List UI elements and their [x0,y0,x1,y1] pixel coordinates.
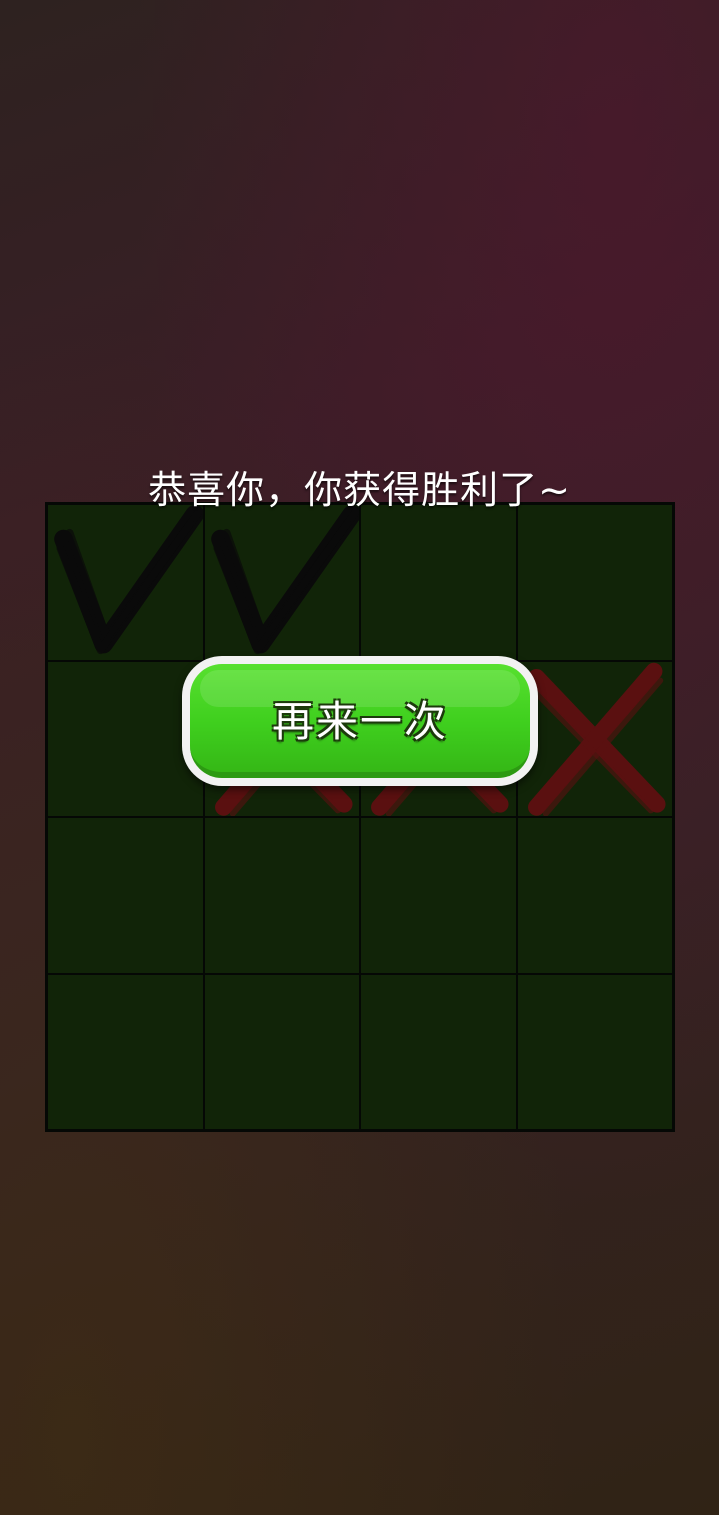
cross-mark-icon [526,662,666,816]
play-again-label: 再来一次 [271,696,448,746]
board-cell[interactable] [47,504,204,661]
board-cell[interactable] [47,973,204,1130]
board-cell[interactable] [203,973,360,1130]
board-cell[interactable] [360,504,517,661]
board-cell[interactable] [360,817,517,974]
check-mark-icon [54,505,203,655]
board-cell[interactable] [360,973,517,1130]
board-cell[interactable] [516,817,673,974]
play-again-button[interactable]: 再来一次 [182,656,538,786]
board-cell[interactable] [516,973,673,1130]
board-cell[interactable] [47,817,204,974]
board-cell[interactable] [516,504,673,661]
victory-message: 恭喜你，你获得胜利了~ [148,468,571,512]
check-mark-icon [210,505,359,655]
play-again-button-face[interactable]: 再来一次 [190,664,530,778]
board-cell[interactable] [47,660,204,817]
board-cell[interactable] [203,504,360,661]
board-cell[interactable] [203,817,360,974]
board-cell[interactable] [516,660,673,817]
game-board [45,502,675,1132]
